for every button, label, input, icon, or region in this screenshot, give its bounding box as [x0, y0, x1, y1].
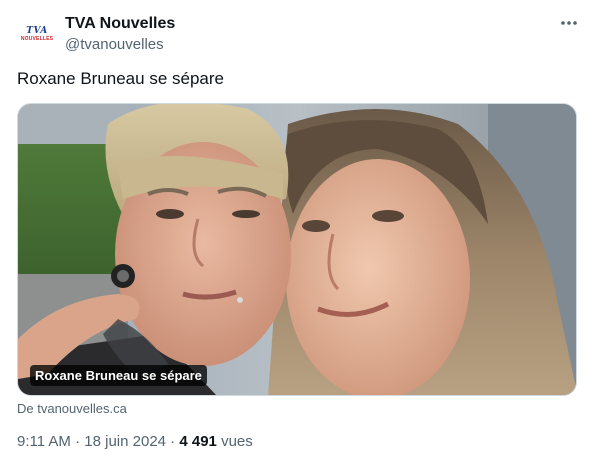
more-horizontal-icon	[561, 21, 577, 25]
card-photo	[18, 104, 576, 395]
meta-separator: ·	[70, 433, 85, 450]
avatar[interactable]: TVA NOUVELLES	[17, 14, 57, 54]
card-image-caption: Roxane Bruneau se sépare	[30, 365, 207, 386]
tweet-meta: 9:11 AM · 18 juin 2024 · 4 491 vues	[17, 432, 253, 452]
views-label: vues	[221, 433, 253, 450]
author-handle[interactable]: @tvanouvelles	[65, 35, 164, 54]
views-count: 4 491	[179, 433, 217, 450]
card-source-link[interactable]: De tvanouvelles.ca	[17, 401, 127, 417]
tva-logo-text: TVA	[26, 26, 48, 36]
more-options-button[interactable]	[556, 12, 582, 34]
tweet: TVA NOUVELLES TVA Nouvelles @tvanouvelle…	[0, 0, 600, 468]
link-card[interactable]: Roxane Bruneau se sépare	[17, 103, 577, 396]
author-name[interactable]: TVA Nouvelles	[65, 14, 175, 34]
meta-separator: ·	[166, 433, 180, 450]
nouvelles-logo-text: NOUVELLES	[20, 36, 54, 42]
tweet-text: Roxane Bruneau se sépare	[17, 69, 224, 88]
tweet-time[interactable]: 9:11 AM	[17, 433, 71, 450]
tweet-date[interactable]: 18 juin 2024	[84, 433, 166, 450]
